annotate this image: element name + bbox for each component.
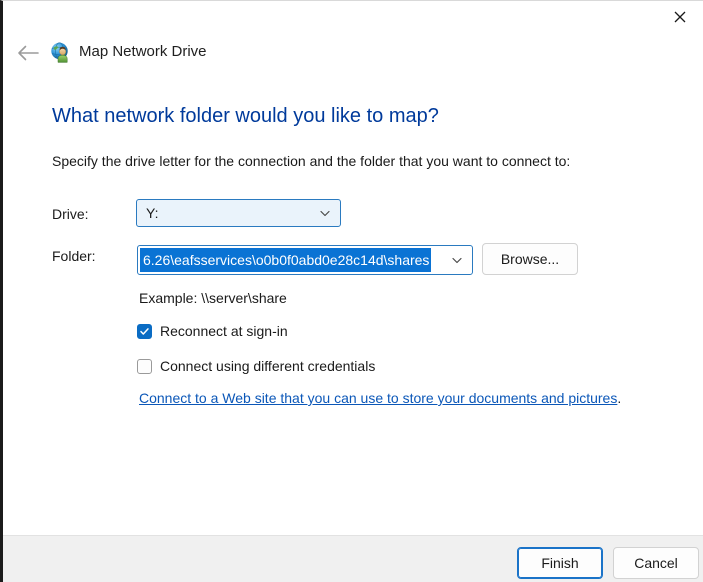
finish-button[interactable]: Finish bbox=[517, 547, 603, 579]
browse-button[interactable]: Browse... bbox=[482, 243, 578, 275]
reconnect-checkbox-row[interactable]: Reconnect at sign-in bbox=[137, 321, 288, 341]
folder-combobox[interactable]: 6.26\eafsservices\o0b0f0abd0e28c14d\shar… bbox=[137, 245, 473, 275]
cancel-button[interactable]: Cancel bbox=[613, 547, 699, 579]
reconnect-checkbox-label: Reconnect at sign-in bbox=[160, 322, 288, 339]
folder-label: Folder: bbox=[52, 248, 96, 264]
checkbox-unchecked-icon[interactable] bbox=[137, 358, 152, 374]
web-site-link-row: Connect to a Web site that you can use t… bbox=[139, 389, 621, 408]
dialog-footer: Finish Cancel bbox=[3, 535, 703, 582]
back-button[interactable] bbox=[14, 39, 42, 67]
web-link-period: . bbox=[617, 390, 622, 406]
credentials-checkbox-row[interactable]: Connect using different credentials bbox=[137, 356, 375, 376]
title-bar bbox=[3, 1, 703, 35]
dialog-header: Map Network Drive bbox=[3, 37, 703, 69]
drive-label: Drive: bbox=[52, 206, 89, 222]
close-button[interactable] bbox=[657, 1, 703, 33]
instruction-text: Specify the drive letter for the connect… bbox=[52, 153, 571, 169]
checkbox-checked-icon[interactable] bbox=[137, 323, 152, 339]
folder-input-value: 6.26\eafsservices\o0b0f0abd0e28c14d\shar… bbox=[140, 248, 432, 272]
credentials-checkbox-label: Connect using different credentials bbox=[160, 357, 376, 374]
drive-select[interactable]: Y: bbox=[136, 199, 341, 227]
network-drive-globe-icon bbox=[49, 41, 73, 65]
window-title: Map Network Drive bbox=[79, 43, 207, 60]
chevron-down-icon[interactable] bbox=[451, 254, 463, 266]
example-path-text: Example: \\server\share bbox=[139, 290, 287, 306]
page-title: What network folder would you like to ma… bbox=[52, 105, 439, 127]
arrow-left-icon bbox=[18, 45, 39, 61]
close-icon bbox=[674, 11, 686, 23]
web-site-link[interactable]: Connect to a Web site that you can use t… bbox=[139, 390, 617, 406]
chevron-down-icon bbox=[320, 210, 330, 217]
map-network-drive-window: Map Network Drive What network folder wo… bbox=[0, 0, 703, 582]
drive-selected-value: Y: bbox=[146, 205, 159, 221]
